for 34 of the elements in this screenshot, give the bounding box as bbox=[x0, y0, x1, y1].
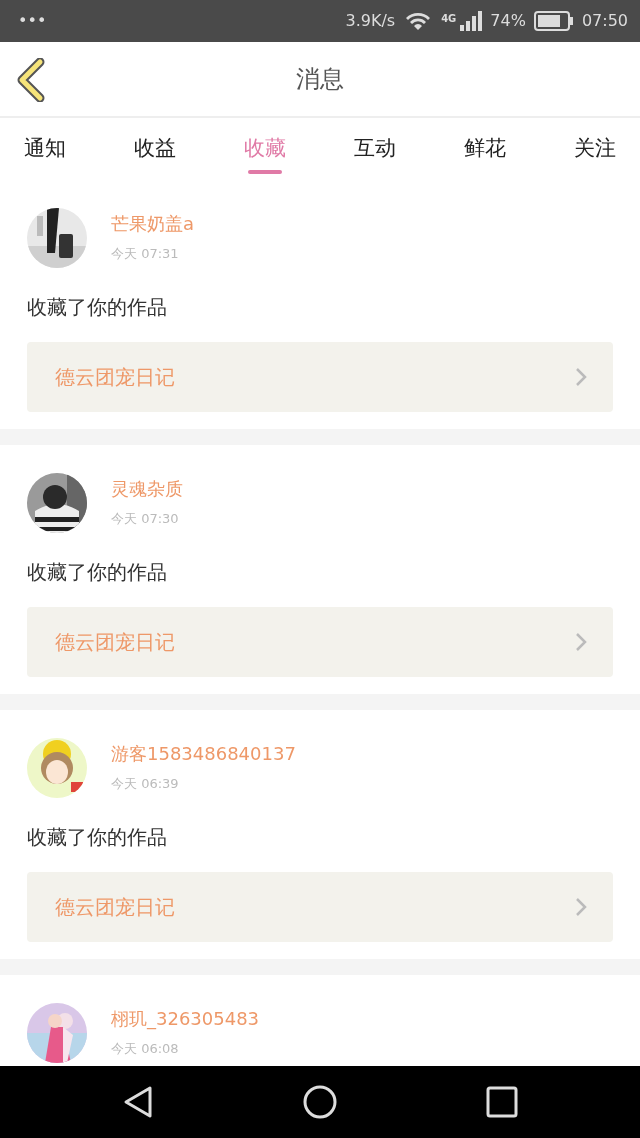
tab[interactable]: 关注 bbox=[574, 118, 616, 174]
user-name[interactable]: 芒果奶盖a bbox=[111, 212, 195, 236]
menu-dots[interactable]: ••• bbox=[18, 9, 47, 33]
message-time: 今天 06:39 bbox=[111, 775, 180, 793]
user-name[interactable]: 游客1583486840137 bbox=[111, 742, 296, 766]
user-name[interactable]: 栩玑_326305483 bbox=[111, 1007, 260, 1031]
network-speed: 3.9K/s bbox=[345, 10, 396, 32]
user-name[interactable]: 灵魂杂质 bbox=[111, 477, 183, 501]
message-text: 收藏了你的作品 bbox=[27, 824, 168, 851]
signal-icon bbox=[460, 11, 483, 31]
battery-percent: 74% bbox=[490, 10, 526, 32]
message-text: 收藏了你的作品 bbox=[27, 559, 168, 586]
message-text: 收藏了你的作品 bbox=[27, 294, 168, 321]
work-link[interactable]: 德云团宠日记 bbox=[27, 607, 613, 677]
message-time: 今天 06:08 bbox=[111, 1040, 180, 1058]
tab[interactable]: 收藏 bbox=[244, 118, 286, 174]
tab[interactable]: 鲜花 bbox=[464, 118, 506, 174]
recents-nav-icon[interactable] bbox=[485, 1086, 518, 1118]
work-link[interactable]: 德云团宠日记 bbox=[27, 872, 613, 942]
back-nav-icon[interactable] bbox=[122, 1085, 155, 1119]
work-link[interactable]: 德云团宠日记 bbox=[27, 342, 613, 412]
chevron-right-icon bbox=[575, 632, 587, 652]
message-time: 今天 07:30 bbox=[111, 510, 180, 528]
message-time: 今天 07:31 bbox=[111, 245, 180, 263]
clock: 07:50 bbox=[581, 10, 628, 32]
chevron-right-icon bbox=[575, 367, 587, 387]
network-label: 4G bbox=[441, 12, 457, 26]
tab[interactable]: 收益 bbox=[134, 118, 176, 174]
home-nav-icon[interactable] bbox=[303, 1085, 337, 1119]
tab[interactable]: 互动 bbox=[354, 118, 396, 174]
battery-icon bbox=[533, 11, 574, 31]
chevron-right-icon bbox=[575, 897, 587, 917]
page-title: 消息 bbox=[296, 64, 344, 95]
tab[interactable]: 通知 bbox=[24, 118, 66, 174]
